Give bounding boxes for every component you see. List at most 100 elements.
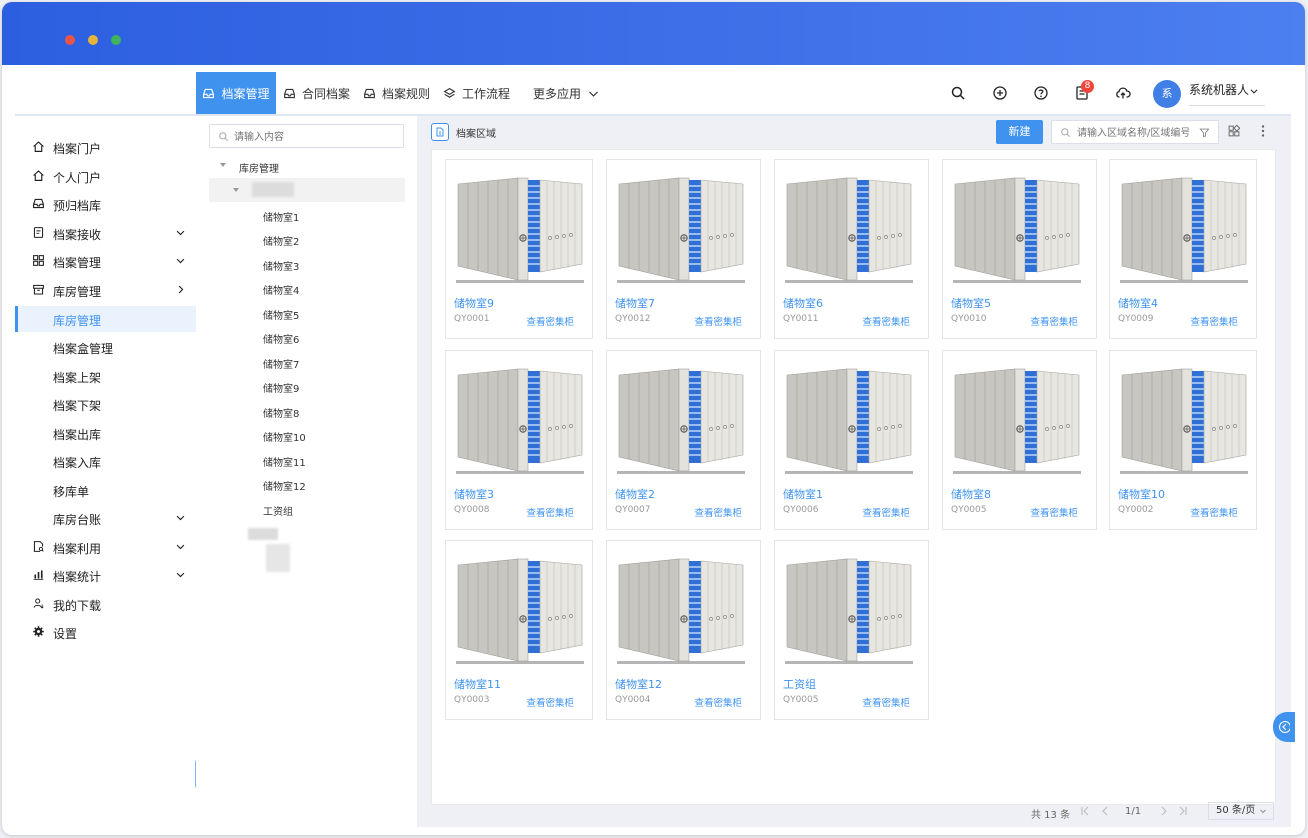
cabinet-card[interactable]: 储物室1 QY0006 查看密集柜 [774,350,929,530]
area-search-input[interactable] [1075,125,1191,141]
cabinet-name[interactable]: 储物室1 [783,486,823,502]
sidebar-item-archive-management[interactable]: 档案管理 [15,248,196,274]
prev-page-icon[interactable] [1100,806,1110,816]
view-cabinets-link[interactable]: 查看密集柜 [526,314,574,328]
sidebar-item-box-management[interactable]: 档案盒管理 [15,334,196,360]
cabinet-name[interactable]: 工资组 [783,676,816,692]
view-cabinets-link[interactable]: 查看密集柜 [526,695,574,709]
sidebar-item-my-downloads[interactable]: 我的下载 [15,591,196,617]
more-vertical-icon[interactable] [1261,125,1265,137]
sidebar-item-transfer-order[interactable]: 移库单 [15,477,196,503]
cabinet-card[interactable]: 储物室2 QY0007 查看密集柜 [606,350,761,530]
search-icon[interactable] [950,85,966,101]
sidebar-item-settings[interactable]: 设置 [15,619,196,645]
tree-expand-caret[interactable] [220,163,226,167]
cabinet-card[interactable]: 储物室12 QY0004 查看密集柜 [606,540,761,720]
cabinet-name[interactable]: 储物室3 [454,486,494,502]
tree-node-room[interactable]: 储物室8 [263,405,299,420]
add-circle-icon[interactable] [992,85,1008,101]
cabinet-name[interactable]: 储物室12 [615,676,662,692]
sidebar-item-shelve[interactable]: 档案上架 [15,363,196,389]
cabinet-name[interactable]: 储物室5 [951,295,991,311]
cabinet-card[interactable]: 储物室8 QY0005 查看密集柜 [942,350,1097,530]
view-cabinets-link[interactable]: 查看密集柜 [1030,505,1078,519]
page-size-select[interactable]: 50 条/页 [1208,802,1274,820]
tab-more-apps[interactable]: 更多应用 [533,72,600,114]
tree-node-room[interactable]: 储物室1 [263,209,299,224]
tree-node-room[interactable]: 储物室12 [263,478,306,493]
tree-node-room[interactable]: 储物室7 [263,356,299,371]
cabinet-name[interactable]: 储物室7 [615,295,655,311]
help-icon[interactable] [1033,85,1049,101]
close-window-button[interactable] [65,35,75,45]
scroll-back-button[interactable] [1273,712,1295,742]
cabinet-card[interactable]: 储物室3 QY0008 查看密集柜 [445,350,593,530]
cabinet-card[interactable]: 储物室11 QY0003 查看密集柜 [445,540,593,720]
avatar[interactable]: 系 [1153,80,1181,108]
tab-archive-management[interactable]: 档案管理 [196,72,276,114]
sidebar-item-unshelve[interactable]: 档案下架 [15,391,196,417]
sidebar-item-outbound[interactable]: 档案出库 [15,420,196,446]
layout-grid-icon[interactable] [1228,125,1240,137]
sidebar-item-pre-archive[interactable]: 预归档库 [15,191,196,217]
sidebar-item-archive-receive[interactable]: 档案接收 [15,220,196,246]
tree-node-room[interactable]: 储物室10 [263,429,306,444]
view-cabinets-link[interactable]: 查看密集柜 [526,505,574,519]
tree-node-room[interactable]: 储物室5 [263,307,299,322]
user-name[interactable]: 系统机器人 [1189,81,1259,98]
view-cabinets-link[interactable]: 查看密集柜 [1190,314,1238,328]
sidebar-item-archive-statistics[interactable]: 档案统计 [15,562,196,588]
cabinet-card[interactable]: 储物室4 QY0009 查看密集柜 [1109,159,1257,339]
view-cabinets-link[interactable]: 查看密集柜 [862,314,910,328]
maximize-window-button[interactable] [111,35,121,45]
cabinet-name[interactable]: 储物室2 [615,486,655,502]
tab-archive-rules[interactable]: 档案规则 [363,72,430,114]
tab-workflow[interactable]: 工作流程 [443,72,510,114]
cabinet-name[interactable]: 储物室10 [1118,486,1165,502]
cabinet-name[interactable]: 储物室11 [454,676,501,692]
tree-expand-caret[interactable] [233,188,239,192]
minimize-window-button[interactable] [88,35,98,45]
cabinet-card[interactable]: 储物室5 QY0010 查看密集柜 [942,159,1097,339]
cabinet-name[interactable]: 储物室8 [951,486,991,502]
tree-node-room[interactable]: 储物室9 [263,380,299,395]
sidebar-item-inbound[interactable]: 档案入库 [15,448,196,474]
sidebar-item-warehouse-management[interactable]: 库房管理 [15,277,196,303]
view-cabinets-link[interactable]: 查看密集柜 [1030,314,1078,328]
sidebar-item-archive-portal[interactable]: 档案门户 [15,134,196,160]
next-page-icon[interactable] [1159,806,1169,816]
cabinet-card[interactable]: 工资组 QY0005 查看密集柜 [774,540,929,720]
new-button[interactable]: 新建 [996,120,1043,144]
cabinet-card[interactable]: 储物室6 QY0011 查看密集柜 [774,159,929,339]
filter-icon[interactable] [1199,127,1210,138]
sidebar-item-warehouse-ledger[interactable]: 库房台账 [15,505,196,531]
tree-node-room[interactable]: 储物室3 [263,258,299,273]
tree-node-room[interactable]: 储物室6 [263,331,299,346]
cabinet-card[interactable]: 储物室7 QY0012 查看密集柜 [606,159,761,339]
view-cabinets-link[interactable]: 查看密集柜 [862,505,910,519]
tree-node-room[interactable]: 储物室4 [263,282,299,297]
sidebar-item-warehouse-management-sub[interactable]: 库房管理 [15,306,196,332]
view-cabinets-link[interactable]: 查看密集柜 [694,314,742,328]
last-page-icon[interactable] [1178,806,1188,816]
cabinet-card[interactable]: 储物室10 QY0002 查看密集柜 [1109,350,1257,530]
cabinet-card[interactable]: 储物室9 QY0001 查看密集柜 [445,159,593,339]
tree-node-room[interactable]: 工资组 [263,503,293,518]
cabinet-name[interactable]: 储物室6 [783,295,823,311]
sidebar-item-archive-use[interactable]: 档案利用 [15,534,196,560]
sidebar-item-personal-portal[interactable]: 个人门户 [15,163,196,189]
tree-node-room[interactable]: 储物室11 [263,454,306,469]
tree-node-selected-row[interactable] [209,178,405,202]
view-cabinets-link[interactable]: 查看密集柜 [694,505,742,519]
tree-search-input[interactable] [232,128,401,146]
tree-node-room[interactable]: 储物室2 [263,233,299,248]
tab-contract-archive[interactable]: 合同档案 [283,72,350,114]
view-cabinets-link[interactable]: 查看密集柜 [862,695,910,709]
cabinet-name[interactable]: 储物室4 [1118,295,1158,311]
cloud-upload-icon[interactable] [1115,85,1131,101]
cabinet-name[interactable]: 储物室9 [454,295,494,311]
view-cabinets-link[interactable]: 查看密集柜 [694,695,742,709]
view-cabinets-link[interactable]: 查看密集柜 [1190,505,1238,519]
tree-node-root[interactable]: 库房管理 [239,160,279,175]
first-page-icon[interactable] [1080,806,1090,816]
